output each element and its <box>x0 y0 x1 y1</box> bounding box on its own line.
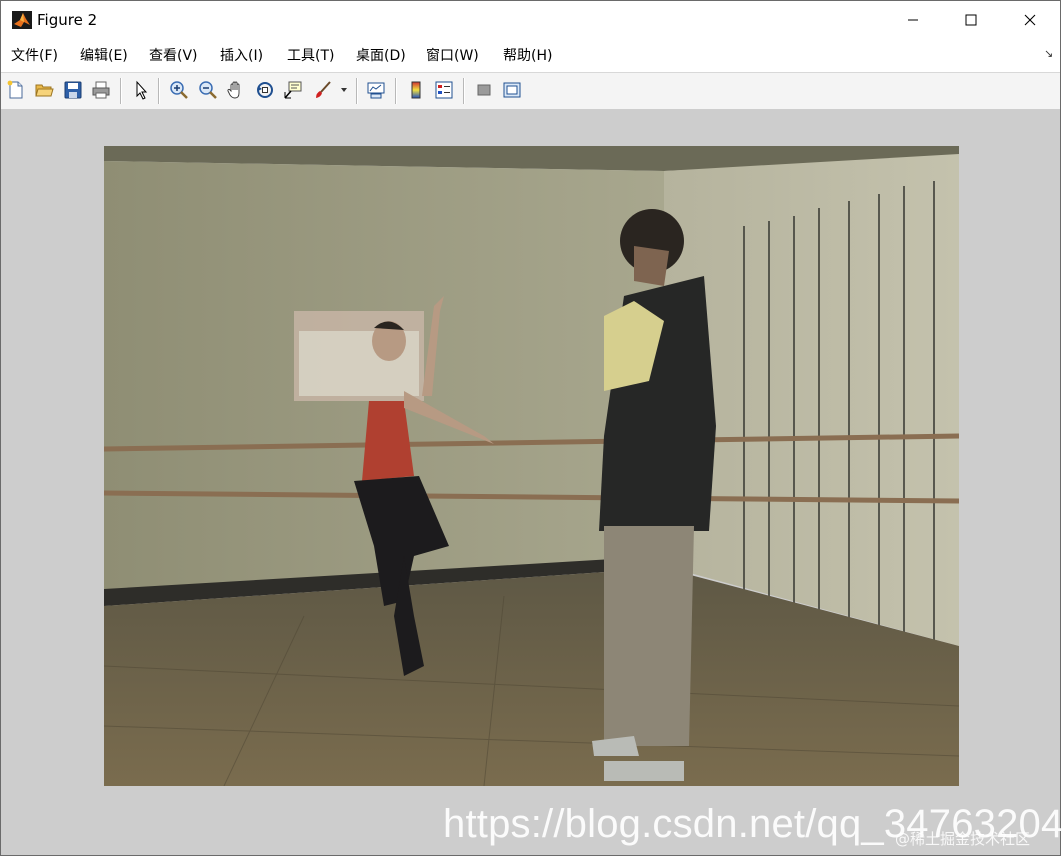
open-file-icon <box>35 84 54 97</box>
displayed-image[interactable] <box>104 146 959 786</box>
figure-window: Figure 2 文件(F) 编辑(E) 查看(V) 插入(I) 工具(T) 桌… <box>0 0 1061 856</box>
toolbar-separator <box>395 78 397 104</box>
menu-file[interactable]: 文件(F) <box>11 47 58 65</box>
print-button[interactable] <box>89 78 113 102</box>
menu-insert[interactable]: 插入(I) <box>220 47 263 65</box>
zoom-out-icon <box>199 81 217 99</box>
data-cursor-icon <box>284 81 302 99</box>
window-title: Figure 2 <box>37 11 98 29</box>
rotate-3d-icon <box>257 82 273 98</box>
rotate-3d-button[interactable] <box>253 78 277 102</box>
menu-window[interactable]: 窗口(W) <box>426 47 479 65</box>
maximize-icon <box>965 14 977 26</box>
watermark-site: @稀土掘金技术社区 <box>895 830 1031 848</box>
colorbar-icon <box>411 81 421 99</box>
new-figure-icon <box>7 80 23 99</box>
menu-bar: 文件(F) 编辑(E) 查看(V) 插入(I) 工具(T) 桌面(D) 窗口(W… <box>1 41 1060 71</box>
save-button[interactable] <box>61 78 85 102</box>
close-icon <box>1024 14 1036 26</box>
open-file-button[interactable] <box>32 78 56 102</box>
hide-plot-tools-icon <box>477 84 491 96</box>
menu-desktop[interactable]: 桌面(D) <box>356 47 406 65</box>
minimize-button[interactable] <box>884 1 942 39</box>
link-plot-button[interactable] <box>364 78 388 102</box>
title-bar[interactable]: Figure 2 <box>1 1 1060 39</box>
print-icon <box>92 81 110 99</box>
colorbar-button[interactable] <box>404 78 428 102</box>
zoom-in-button[interactable] <box>167 78 191 102</box>
maximize-button[interactable] <box>942 1 1000 39</box>
matlab-icon <box>12 11 32 29</box>
toolbar-separator <box>120 78 122 104</box>
menu-edit[interactable]: 编辑(E) <box>80 47 128 65</box>
pan-hand-icon <box>227 81 240 99</box>
show-plot-tools-button[interactable] <box>500 78 524 102</box>
hide-plot-tools-button[interactable] <box>472 78 496 102</box>
legend-button[interactable] <box>432 78 456 102</box>
brush-dropdown-icon <box>341 88 347 92</box>
legend-icon <box>435 81 453 99</box>
select-arrow-icon <box>136 80 148 100</box>
dock-figure-icon[interactable]: ↘ <box>1044 47 1053 60</box>
save-icon <box>64 81 82 99</box>
zoom-out-button[interactable] <box>196 78 220 102</box>
brush-button[interactable] <box>311 78 335 102</box>
new-figure-button[interactable] <box>4 78 28 102</box>
link-plot-icon <box>367 82 385 99</box>
show-plot-tools-icon <box>503 82 521 98</box>
figure-toolbar <box>1 72 1060 110</box>
data-cursor-button[interactable] <box>281 78 305 102</box>
edit-plot-button[interactable] <box>129 78 153 102</box>
toolbar-separator <box>158 78 160 104</box>
pan-button[interactable] <box>224 78 248 102</box>
toolbar-separator <box>463 78 465 104</box>
figure-canvas[interactable] <box>1 109 1060 855</box>
menu-tools[interactable]: 工具(T) <box>287 47 334 65</box>
brush-icon <box>316 81 331 98</box>
menu-view[interactable]: 查看(V) <box>149 47 198 65</box>
toolbar-separator <box>356 78 358 104</box>
menu-help[interactable]: 帮助(H) <box>503 47 552 65</box>
zoom-in-icon <box>170 81 188 99</box>
brush-dropdown-button[interactable] <box>337 78 351 102</box>
close-button[interactable] <box>1001 1 1059 39</box>
minimize-icon <box>908 19 918 21</box>
